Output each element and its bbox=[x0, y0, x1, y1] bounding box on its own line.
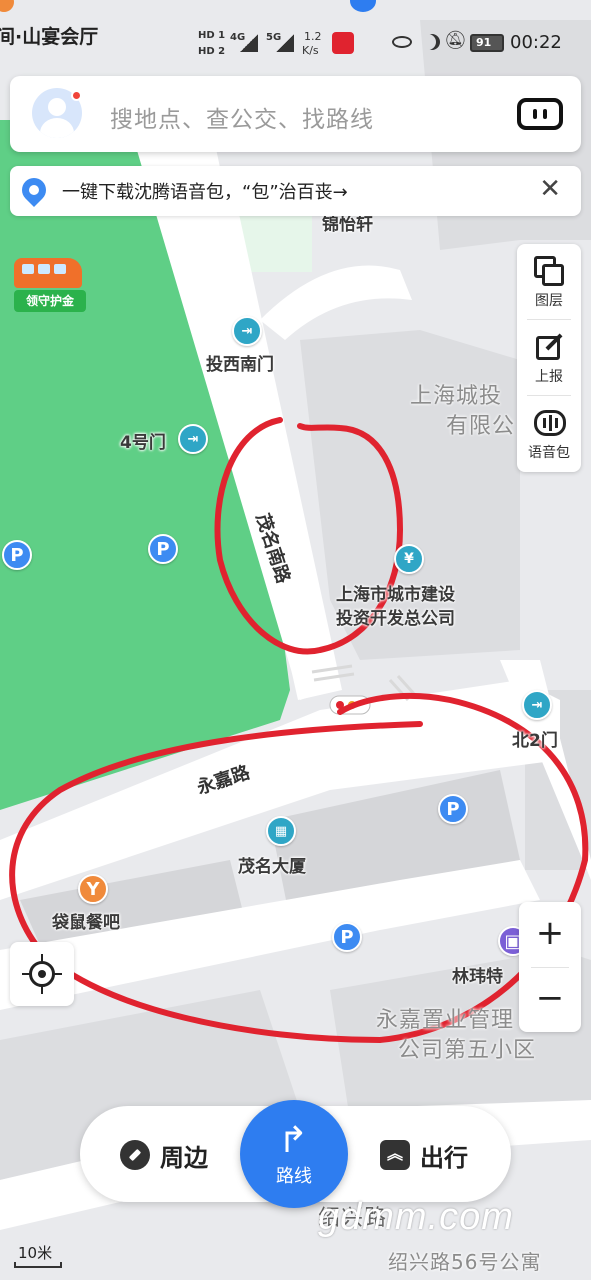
battery-icon: 91 bbox=[470, 34, 504, 52]
gate-icon[interactable]: ⇥ bbox=[232, 316, 262, 346]
watermark: gdmm.com bbox=[318, 1196, 514, 1238]
route-arrow-icon: ↱ bbox=[278, 1120, 309, 1161]
moon-icon bbox=[420, 34, 436, 50]
scale-bar: 10米 bbox=[14, 1242, 64, 1268]
map-tool-panel: 图层 上报 语音包 bbox=[517, 244, 581, 472]
layers-icon bbox=[534, 256, 564, 286]
poi-label-bottom-right: 绍兴路56号公寓 bbox=[388, 1250, 542, 1274]
travel-label: 出行 bbox=[420, 1144, 468, 1172]
layers-label: 图层 bbox=[535, 293, 563, 309]
net-speed-value: 1.2 bbox=[304, 30, 322, 43]
zoom-in-button[interactable]: + bbox=[519, 902, 581, 967]
bus-promo-button[interactable]: 领守护金 bbox=[10, 254, 86, 316]
chevrons-up-icon: ︽ bbox=[380, 1140, 410, 1170]
status-bar: 间·山宴会厅 HD 1 HD 2 4G 5G 1.2 K/s 🔕︎ 91 00:… bbox=[0, 0, 591, 70]
parking-icon[interactable]: P bbox=[2, 540, 32, 570]
area-label-lower-2: 公司第五小区 bbox=[398, 1038, 537, 1063]
bank-icon[interactable]: ¥ bbox=[394, 544, 424, 574]
zoom-out-button[interactable]: − bbox=[519, 967, 581, 1032]
voice-pack-icon bbox=[534, 408, 566, 438]
nearby-label: 周边 bbox=[160, 1144, 208, 1172]
mute-icon: 🔕︎ bbox=[444, 30, 467, 51]
sim2-label: HD 2 bbox=[198, 46, 226, 57]
promo-tag: 领守护金 bbox=[14, 290, 86, 312]
poi-label-company-1[interactable]: 上海市城市建设 bbox=[336, 580, 455, 605]
location-pin-icon bbox=[17, 173, 51, 207]
gate-icon[interactable]: ⇥ bbox=[522, 690, 552, 720]
area-label-2: 有限公 bbox=[446, 414, 516, 439]
voice-pack-button[interactable]: 语音包 bbox=[517, 396, 581, 472]
status-time: 00:22 bbox=[510, 32, 562, 53]
voice-pack-label: 语音包 bbox=[528, 445, 570, 461]
parking-icon[interactable]: P bbox=[438, 794, 468, 824]
promo-banner[interactable]: 一键下载沈腾语音包，“包”治百丧→ ✕ bbox=[10, 166, 581, 216]
signal2-icon bbox=[276, 34, 294, 52]
poi-label-restaurant[interactable]: 袋鼠餐吧 bbox=[52, 908, 120, 933]
route-label: 路线 bbox=[276, 1166, 312, 1187]
compass-icon bbox=[120, 1140, 150, 1170]
scale-label: 10米 bbox=[18, 1244, 53, 1262]
poi-label-building[interactable]: 茂名大厦 bbox=[238, 852, 306, 877]
top-badge-icon bbox=[350, 0, 376, 12]
poi-label-gate4[interactable]: 4号门 bbox=[120, 428, 166, 453]
locate-button[interactable] bbox=[10, 942, 74, 1006]
restaurant-icon[interactable]: Y bbox=[78, 874, 108, 904]
close-icon[interactable]: ✕ bbox=[539, 174, 561, 204]
poi-label-linwei[interactable]: 林玮特 bbox=[452, 962, 503, 987]
bus-icon bbox=[14, 258, 82, 288]
sim1-label: HD 1 bbox=[198, 30, 226, 41]
layers-button[interactable]: 图层 bbox=[517, 244, 581, 320]
poi-label-west-gate[interactable]: 投西南门 bbox=[206, 350, 274, 375]
signal1-icon bbox=[240, 34, 258, 52]
eye-icon bbox=[392, 36, 412, 48]
banner-text[interactable]: 一键下载沈腾语音包，“包”治百丧→ bbox=[62, 178, 348, 204]
net-speed-unit: K/s bbox=[302, 44, 319, 57]
edit-icon bbox=[534, 332, 564, 362]
parking-icon[interactable]: P bbox=[148, 534, 178, 564]
mic-icon bbox=[332, 32, 354, 54]
area-label-1: 上海城投 bbox=[410, 384, 503, 409]
battery-level: 91 bbox=[476, 36, 492, 49]
notification-dot bbox=[71, 90, 82, 101]
building-icon[interactable]: ▦ bbox=[266, 816, 296, 846]
poi-label-north-gate[interactable]: 北2门 bbox=[512, 726, 558, 751]
poi-label-company-2[interactable]: 投资开发总公司 bbox=[336, 604, 455, 629]
route-button[interactable]: ↱ 路线 bbox=[240, 1100, 348, 1208]
status-location-chip: 间·山宴会厅 bbox=[0, 26, 99, 48]
report-button[interactable]: 上报 bbox=[517, 320, 581, 396]
search-bar[interactable]: 搜地点、查公交、找路线 bbox=[10, 76, 581, 152]
search-input[interactable]: 搜地点、查公交、找路线 bbox=[110, 100, 374, 134]
location-pin-icon bbox=[0, 0, 14, 12]
area-label-lower-1: 永嘉置业管理 bbox=[376, 1008, 515, 1033]
parking-icon[interactable]: P bbox=[332, 922, 362, 952]
gate-icon[interactable]: ⇥ bbox=[178, 424, 208, 454]
report-label: 上报 bbox=[535, 369, 563, 385]
zoom-panel: + − bbox=[519, 902, 581, 1032]
voice-search-icon[interactable] bbox=[517, 98, 563, 130]
